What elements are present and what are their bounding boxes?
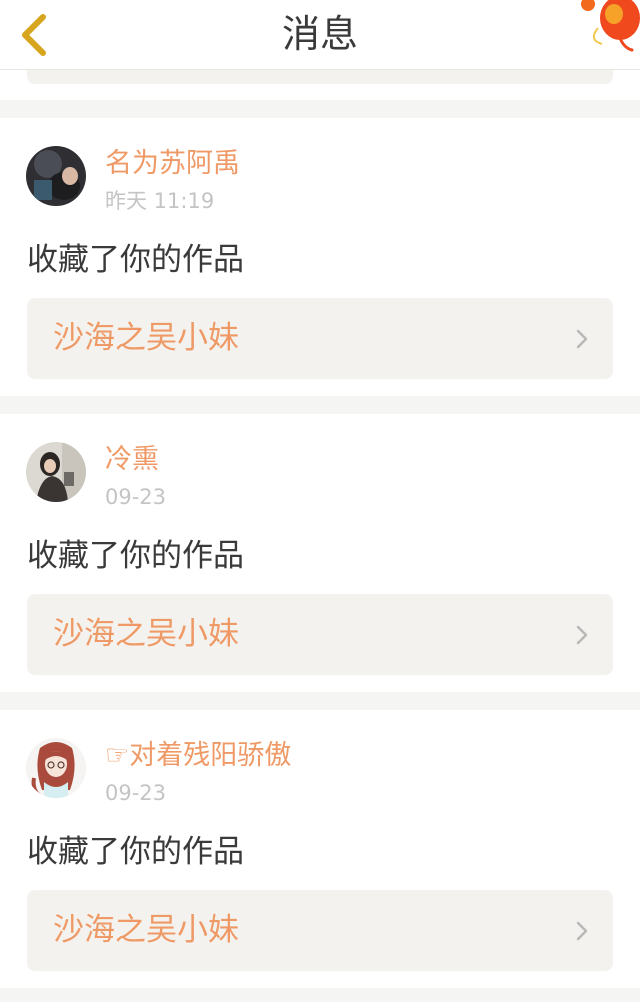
action-text: 收藏了你的作品	[27, 242, 244, 278]
work-link[interactable]: 沙海之吴小妹	[27, 594, 613, 675]
avatar[interactable]	[26, 738, 86, 798]
avatar[interactable]	[26, 146, 86, 206]
username[interactable]: ☞对着残阳骄傲	[105, 738, 291, 774]
message-card: 名为苏阿禹 昨天 11:19 收藏了你的作品 沙海之吴小妹	[0, 118, 640, 396]
username[interactable]: 名为苏阿禹	[105, 146, 240, 182]
previous-work-box[interactable]	[27, 70, 613, 84]
chevron-right-icon	[576, 329, 588, 349]
page-title: 消息	[281, 12, 358, 56]
action-text: 收藏了你的作品	[27, 538, 244, 574]
work-link[interactable]: 沙海之吴小妹	[27, 890, 613, 971]
chevron-right-icon	[576, 921, 588, 941]
work-title: 沙海之吴小妹	[53, 320, 239, 356]
back-button[interactable]	[14, 8, 54, 62]
message-card: ☞对着残阳骄傲 09-23 收藏了你的作品 沙海之吴小妹	[0, 710, 640, 988]
previous-card-stub	[0, 70, 640, 100]
chevron-left-icon	[22, 14, 46, 56]
chevron-right-icon	[576, 625, 588, 645]
username[interactable]: 冷熏	[105, 442, 159, 478]
avatar[interactable]	[26, 442, 86, 502]
timestamp: 昨天 11:19	[105, 189, 215, 213]
header-bar: 消息	[0, 0, 640, 70]
work-link[interactable]: 沙海之吴小妹	[27, 298, 613, 379]
message-card: 冷熏 09-23 收藏了你的作品 沙海之吴小妹	[0, 414, 640, 692]
timestamp: 09-23	[105, 485, 167, 509]
work-title: 沙海之吴小妹	[53, 912, 239, 948]
lantern-icon	[580, 0, 640, 60]
timestamp: 09-23	[105, 781, 167, 805]
action-text: 收藏了你的作品	[27, 834, 244, 870]
work-title: 沙海之吴小妹	[53, 616, 239, 652]
